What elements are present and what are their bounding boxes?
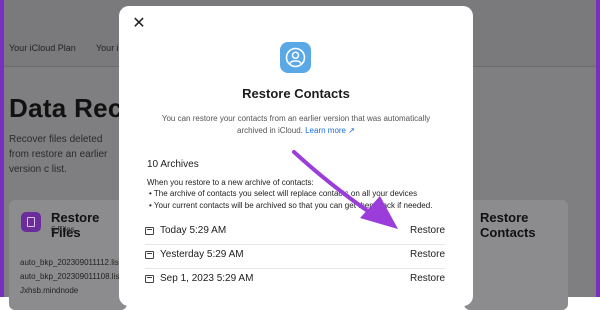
archive-date: Yesterday 5:29 AM xyxy=(160,249,244,260)
restore-contacts-card-title: Restore Contacts xyxy=(480,210,536,240)
document-icon xyxy=(21,212,41,232)
row-divider xyxy=(145,244,445,245)
file-item: auto_bkp_202309011108.lis xyxy=(20,272,120,281)
dialog-description-text: You can restore your contacts from an ea… xyxy=(161,114,431,135)
dialog-description: You can restore your contacts from an ea… xyxy=(157,113,435,137)
page-description: Recover files deleted from restore an ea… xyxy=(9,134,108,175)
archive-date: Today 5:29 AM xyxy=(160,225,227,236)
restore-button[interactable]: Restore xyxy=(410,225,445,236)
file-item: auto_bkp_202309011112.lis xyxy=(20,258,119,267)
file-item: Jxhsb.mindnode xyxy=(20,286,79,295)
restore-button[interactable]: Restore xyxy=(410,249,445,260)
tab-icloud-plan[interactable]: Your iCloud Plan xyxy=(9,43,76,53)
restore-note-bullet-text: Your current contacts will be archived s… xyxy=(153,201,433,210)
frame-border-right xyxy=(596,0,600,297)
restore-note-bullet: • Your current contacts will be archived… xyxy=(149,201,433,210)
frame-border-left xyxy=(0,0,4,297)
restore-files-count: 6 Files xyxy=(51,225,75,234)
archive-row: Yesterday 5:29 AM Restore xyxy=(145,249,445,265)
person-circle-icon xyxy=(285,47,306,68)
archive-row: Sep 1, 2023 5:29 AM Restore xyxy=(145,273,445,289)
restore-note-bullet: • The archive of contacts you select wil… xyxy=(149,189,418,198)
restore-button[interactable]: Restore xyxy=(410,273,445,284)
archive-date: Sep 1, 2023 5:29 AM xyxy=(160,273,254,284)
restore-note: When you restore to a new archive of con… xyxy=(147,178,314,187)
archive-box-icon xyxy=(145,227,154,235)
dialog-title: Restore Contacts xyxy=(242,86,350,101)
close-icon[interactable]: ✕ xyxy=(131,16,147,32)
learn-more-link[interactable]: Learn more ↗ xyxy=(305,126,355,135)
restore-contacts-card[interactable]: Restore Contacts xyxy=(464,200,568,310)
restore-files-card[interactable]: Restore Files 6 Files auto_bkp_202309011… xyxy=(9,200,127,310)
restore-contacts-dialog: ✕ Restore Contacts You can restore your … xyxy=(119,6,473,306)
archive-box-icon xyxy=(145,251,154,259)
contacts-icon xyxy=(280,42,311,73)
archive-row: Today 5:29 AM Restore xyxy=(145,225,445,241)
row-divider xyxy=(145,268,445,269)
archive-count: 10 Archives xyxy=(147,159,199,170)
archive-box-icon xyxy=(145,275,154,283)
restore-note-bullet-text: The archive of contacts you select will … xyxy=(153,189,418,198)
